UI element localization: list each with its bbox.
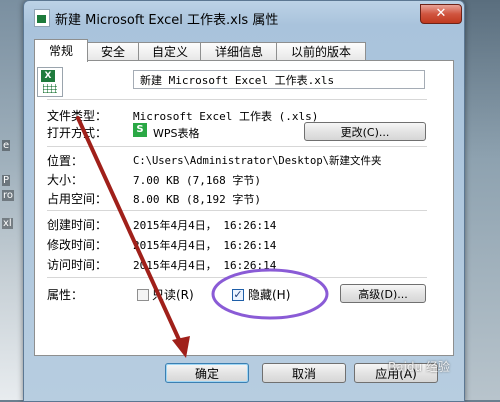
separator [47, 146, 427, 147]
desktop-text-fragment: e [2, 140, 11, 151]
modified-value: 2015年4月4日， 16:26:14 [133, 239, 277, 252]
open-with-label: 打开方式： [47, 126, 108, 140]
attributes-label: 属性： [47, 288, 84, 302]
file-type-value: Microsoft Excel 工作表 (.xls) [133, 110, 319, 123]
excel-x-icon: X [41, 70, 55, 82]
excel-file-large-icon: X [37, 67, 63, 97]
file-type-label: 文件类型： [47, 109, 108, 123]
title-bar[interactable]: 新建 Microsoft Excel 工作表.xls 属性 ✕ [24, 1, 464, 31]
readonly-label[interactable]: 只读(R) [152, 286, 194, 303]
desktop-text-fragment: P [2, 175, 11, 186]
separator [47, 277, 427, 278]
location-value: C:\Users\Administrator\Desktop\新建文件夹 [133, 155, 382, 167]
location-label: 位置： [47, 154, 84, 168]
spreadsheet-grid-icon [43, 84, 57, 93]
dialog-title: 新建 Microsoft Excel 工作表.xls 属性 [55, 13, 279, 28]
tab-general[interactable]: 常规 [34, 39, 88, 62]
size-value: 7.00 KB (7,168 字节) [133, 174, 261, 187]
hidden-label[interactable]: 隐藏(H) [248, 286, 290, 303]
accessed-value: 2015年4月4日， 16:26:14 [133, 259, 277, 272]
size-on-disk-value: 8.00 KB (8,192 字节) [133, 193, 261, 206]
accessed-label: 访问时间： [47, 258, 108, 272]
filename-input[interactable]: 新建 Microsoft Excel 工作表.xls [133, 70, 425, 89]
modified-label: 修改时间： [47, 238, 108, 252]
readonly-checkbox[interactable] [137, 289, 149, 301]
close-icon: ✕ [435, 6, 447, 21]
hidden-checkbox[interactable]: ✓ [232, 289, 244, 301]
change-button[interactable]: 更改(C)... [304, 122, 426, 141]
close-button[interactable]: ✕ [420, 4, 462, 24]
cancel-button[interactable]: 取消 [262, 363, 346, 383]
excel-file-icon [34, 9, 50, 27]
ok-button[interactable]: 确定 [165, 363, 249, 383]
tab-custom[interactable]: 自定义 [138, 42, 202, 61]
size-label: 大小： [47, 173, 84, 187]
advanced-button[interactable]: 高级(D)... [340, 284, 426, 303]
size-on-disk-label: 占用空间： [47, 192, 108, 206]
tab-details[interactable]: 详细信息 [200, 42, 278, 61]
general-tab-panel [34, 60, 454, 356]
separator [47, 210, 427, 211]
tab-previous-versions[interactable]: 以前的版本 [276, 42, 366, 61]
wps-spreadsheet-icon: S [133, 123, 147, 137]
open-with-value: WPS表格 [153, 127, 200, 140]
desktop-text-fragment: xl [2, 218, 13, 229]
created-value: 2015年4月4日， 16:26:14 [133, 219, 277, 232]
watermark: Baidu 经验 [388, 360, 450, 374]
tab-security[interactable]: 安全 [86, 42, 140, 61]
separator [47, 99, 427, 100]
desktop-text-fragment: ro [2, 190, 15, 201]
checkmark-icon: ✓ [233, 288, 243, 301]
created-label: 创建时间： [47, 218, 108, 232]
